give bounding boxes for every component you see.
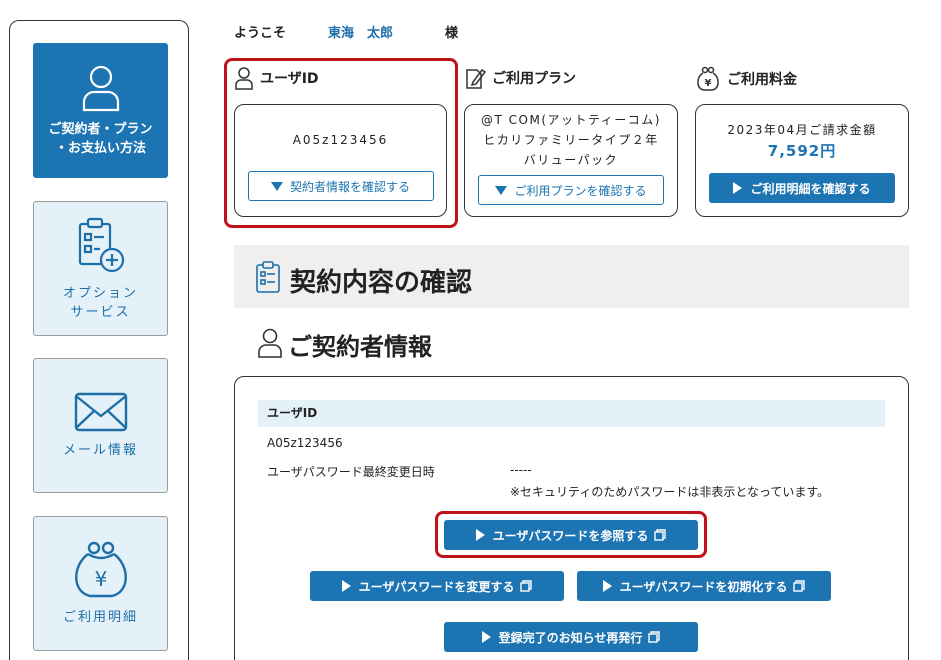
sidebar-item-label: ご利用明細 [62,610,138,625]
triangle-right-icon [475,529,485,541]
password-changed-value: ----- [510,463,532,477]
person-icon [82,65,119,111]
clipboard-icon [256,261,280,293]
billing-amount: 7,592円 [767,142,837,160]
welcome-suffix: 様 [445,26,459,41]
panel-user-id-value: A05z123456 [267,436,343,450]
triangle-right-icon [341,580,351,592]
plan-value: @T COM(アットティーコム)ヒカリファミリータイプ２年バリューパック [481,113,661,167]
triangle-right-icon [602,580,612,592]
sidebar-item-contract[interactable]: ご契約者・プラン ・お支払い方法 [33,43,168,178]
sidebar: ご契約者・プラン ・お支払い方法 オプション サービス メール情報 ¥ ご利用明… [9,20,189,660]
envelope-icon [74,392,127,432]
yen-purse-icon: ¥ [697,66,719,91]
welcome-prefix: ようこそ [234,26,287,41]
triangle-right-icon [733,182,743,194]
page-title: 契約内容の確認 [290,268,473,298]
confirm-plan-button[interactable]: ご利用プランを確認する [478,175,664,205]
change-password-button[interactable]: ユーザパスワードを変更する [310,571,564,601]
view-password-button[interactable]: ユーザパスワードを参照する [444,520,698,550]
sidebar-item-billing[interactable]: ¥ ご利用明細 [33,516,168,651]
clipboard-plus-icon [78,217,124,272]
plan-card: @T COM(アットティーコム)ヒカリファミリータイプ２年バリューパック ご利用… [464,104,678,217]
welcome-line: ようこそ 東海 太郎 様 [234,22,458,41]
external-window-icon [520,580,533,592]
person-icon [258,328,282,358]
reset-password-button[interactable]: ユーザパスワードを初期化する [577,571,831,601]
plan-card-title: ご利用プラン [464,66,576,90]
external-window-icon [654,529,667,541]
reissue-notice-button[interactable]: 登録完了のお知らせ再発行 [444,622,698,652]
user-name: 東海 太郎 [328,26,394,41]
sidebar-item-label: メール情報 [62,443,138,458]
fee-card-title: ¥ ご利用料金 [695,66,797,92]
triangle-down-icon [270,181,283,191]
security-note: ※セキュリティのためパスワードは非表示となっています。 [510,485,830,499]
billing-label: 2023年04月ご請求金額 [727,123,877,137]
view-billing-button[interactable]: ご利用明細を確認する [709,173,895,203]
svg-text:¥: ¥ [94,567,107,591]
user-id-value: A05z123456 [292,133,389,147]
svg-text:¥: ¥ [705,78,712,89]
confirm-contractor-button[interactable]: 契約者情報を確認する [247,171,434,201]
external-window-icon [793,580,806,592]
external-window-icon [648,631,661,643]
triangle-down-icon [495,185,508,195]
user-id-card: A05z123456 契約者情報を確認する [234,104,447,217]
user-id-card-title: ユーザID [234,66,319,90]
sidebar-item-mail[interactable]: メール情報 [33,358,168,493]
fee-card: 2023年04月ご請求金額 7,592円 ご利用明細を確認する [695,104,909,217]
triangle-right-icon [481,631,491,643]
person-icon [235,67,253,90]
sidebar-item-label: ご契約者・プラン ・お支払い方法 [48,121,153,156]
sidebar-item-options[interactable]: オプション サービス [33,201,168,336]
document-edit-icon [466,68,486,89]
section-subtitle: ご契約者情報 [288,333,432,361]
sidebar-item-label: オプション サービス [62,285,138,320]
password-changed-label: ユーザパスワード最終変更日時 [267,465,435,479]
panel-header-user-id: ユーザID [258,400,885,427]
yen-purse-icon: ¥ [74,541,127,598]
